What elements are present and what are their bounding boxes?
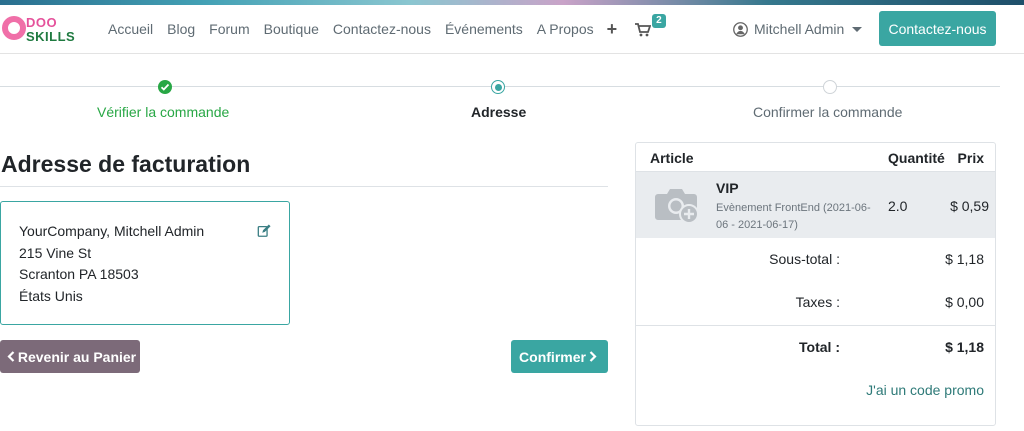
step-3-pending-icon (823, 80, 837, 94)
order-summary: Article Quantité Prix VIP Evènement Fron… (635, 142, 996, 426)
product-name: VIP (716, 180, 739, 196)
cart-button[interactable]: 2 (635, 14, 666, 39)
header-price: Prix (957, 150, 984, 166)
address-line-street: 215 Vine St (19, 244, 92, 261)
nav-item-contact[interactable]: Contactez-nous (326, 21, 438, 37)
edit-icon[interactable] (257, 224, 271, 238)
logo-text-line1: DOO (26, 15, 58, 30)
nav-item-apropos[interactable]: A Propos (530, 21, 601, 37)
nav-item-evenements[interactable]: Événements (438, 21, 530, 37)
product-quantity: 2.0 (888, 198, 908, 214)
step-label-confirm: Confirmer la commande (753, 104, 903, 120)
step-1-check-icon[interactable] (158, 80, 172, 94)
user-name: Mitchell Admin (754, 21, 845, 37)
billing-address-card[interactable]: YourCompany, Mitchell Admin 215 Vine St … (0, 201, 290, 325)
chevron-left-icon (7, 351, 15, 362)
cart-icon (635, 23, 652, 37)
total-value: $ 1,18 (945, 339, 984, 355)
step-2-current-icon (491, 80, 505, 94)
chevron-down-icon (852, 26, 863, 32)
subtotal-value: $ 1,18 (945, 251, 984, 267)
confirm-button-label: Confirmer (519, 348, 586, 365)
total-divider (636, 325, 995, 326)
step-label-address: Adresse (471, 104, 527, 120)
back-button-label: Revenir au Panier (17, 348, 137, 365)
user-avatar-icon (733, 21, 748, 37)
header-quantity: Quantité (888, 150, 945, 166)
nav-item-boutique[interactable]: Boutique (257, 21, 326, 37)
nav-item-forum[interactable]: Forum (202, 21, 256, 37)
promo-code-link[interactable]: J'ai un code promo (866, 382, 984, 398)
logo-ring-icon (2, 16, 26, 40)
nav-item-blog[interactable]: Blog (160, 21, 202, 37)
back-to-cart-button[interactable]: Revenir au Panier (0, 340, 140, 373)
address-line-city: Scranton PA 18503 (19, 266, 139, 282)
user-menu[interactable]: Mitchell Admin (733, 5, 863, 53)
product-price: $ 0,59 (950, 198, 989, 214)
taxes-value: $ 0,00 (945, 294, 984, 310)
taxes-label: Taxes : (795, 294, 840, 310)
brand-logo[interactable]: DOO SKILLS (2, 12, 82, 46)
contact-us-button[interactable]: Contactez-nous (879, 11, 996, 46)
navbar: DOO SKILLS Accueil Blog Forum Boutique C… (0, 5, 1024, 54)
product-row: VIP Evènement FrontEnd (2021-06-06 - 202… (636, 172, 995, 238)
address-line-name: YourCompany, Mitchell Admin (19, 223, 205, 239)
camera-placeholder-icon (655, 189, 699, 224)
billing-title: Adresse de facturation (1, 151, 251, 177)
add-page-icon[interactable]: + (607, 19, 618, 40)
main-nav: Accueil Blog Forum Boutique Contactez-no… (101, 5, 666, 53)
subtotal-label: Sous-total : (769, 251, 840, 267)
total-label: Total : (799, 339, 840, 355)
summary-header: Article Quantité Prix (636, 143, 995, 172)
divider (0, 186, 608, 187)
nav-item-accueil[interactable]: Accueil (101, 21, 160, 37)
logo-text-line2: SKILLS (26, 29, 76, 44)
chevron-right-icon (589, 351, 597, 362)
address-line-country: États Unis (19, 287, 83, 304)
confirm-button[interactable]: Confirmer (511, 340, 608, 373)
checkout-progress: Vérifier la commande Adresse Confirmer l… (0, 80, 1000, 130)
step-label-verify[interactable]: Vérifier la commande (97, 104, 229, 120)
header-article: Article (650, 150, 694, 166)
product-description: Evènement FrontEnd (2021-06-06 - 2021-06… (716, 202, 871, 231)
cart-count-badge: 2 (652, 14, 666, 28)
